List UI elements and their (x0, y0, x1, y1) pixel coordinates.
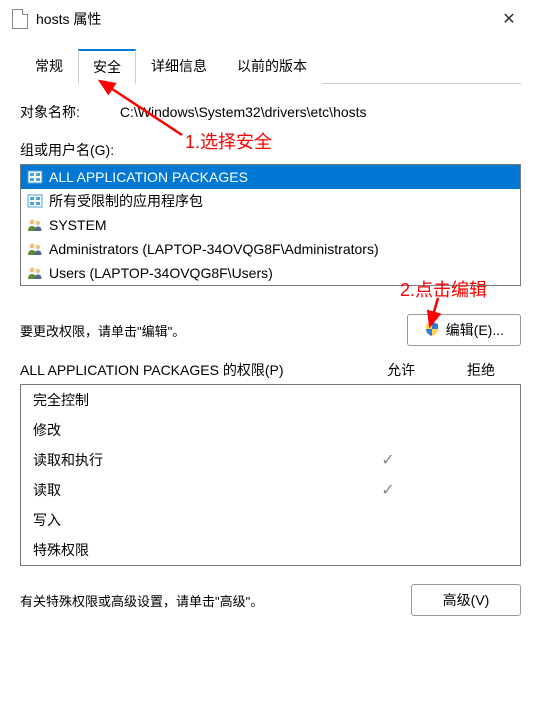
permission-name: 完全控制 (33, 390, 348, 410)
users-icon (27, 242, 43, 256)
deny-header: 拒绝 (441, 360, 521, 380)
permission-row: 特殊权限 (21, 535, 520, 565)
object-name-row: 对象名称: C:\Windows\System32\drivers\etc\ho… (20, 102, 521, 122)
permission-name: 读取 (33, 480, 348, 500)
edit-hint: 要更改权限，请单击"编辑"。 (20, 321, 185, 340)
allow-check: ✓ (348, 480, 428, 500)
list-item[interactable]: Administrators (LAPTOP-34OVQG8F\Administ… (21, 237, 520, 261)
allow-check: ✓ (348, 450, 428, 470)
list-item-label: 所有受限制的应用程序包 (49, 191, 203, 211)
close-button[interactable]: ✕ (489, 4, 529, 34)
permissions-title: ALL APPLICATION PACKAGES 的权限(P) (20, 360, 361, 380)
permission-row: 读取和执行 ✓ (21, 445, 520, 475)
permissions-header: ALL APPLICATION PACKAGES 的权限(P) 允许 拒绝 (20, 360, 521, 380)
groups-listbox[interactable]: ALL APPLICATION PACKAGES 所有受限制的应用程序包 SYS… (20, 164, 521, 286)
list-item[interactable]: 所有受限制的应用程序包 (21, 189, 520, 213)
tab-details[interactable]: 详细信息 (136, 49, 222, 84)
edit-button[interactable]: 编辑(E)... (407, 314, 521, 346)
window-title: hosts 属性 (36, 9, 489, 29)
package-icon (27, 194, 43, 208)
tab-previous-versions[interactable]: 以前的版本 (222, 49, 322, 84)
package-icon (27, 170, 43, 184)
advanced-button[interactable]: 高级(V) (411, 584, 521, 616)
tab-strip: 常规 安全 详细信息 以前的版本 (20, 48, 521, 84)
advanced-hint: 有关特殊权限或高级设置，请单击"高级"。 (20, 591, 263, 610)
allow-header: 允许 (361, 360, 441, 380)
list-item[interactable]: ALL APPLICATION PACKAGES (21, 165, 520, 189)
tab-security[interactable]: 安全 (78, 49, 136, 84)
permission-name: 写入 (33, 510, 348, 530)
permission-row: 完全控制 (21, 385, 520, 415)
file-icon (12, 9, 28, 29)
tab-general[interactable]: 常规 (20, 49, 78, 84)
dialog-content: 常规 安全 详细信息 以前的版本 对象名称: C:\Windows\System… (0, 38, 541, 626)
list-item-label: SYSTEM (49, 215, 107, 235)
permission-row: 修改 (21, 415, 520, 445)
users-icon (27, 218, 43, 232)
list-item[interactable]: Users (LAPTOP-34OVQG8F\Users) (21, 261, 520, 285)
permission-name: 特殊权限 (33, 540, 348, 560)
edit-button-label: 编辑(E)... (446, 320, 504, 340)
permission-name: 修改 (33, 420, 348, 440)
edit-row: 要更改权限，请单击"编辑"。 编辑(E)... (20, 314, 521, 346)
users-icon (27, 266, 43, 280)
list-item-label: Users (LAPTOP-34OVQG8F\Users) (49, 263, 273, 283)
permission-row: 读取 ✓ (21, 475, 520, 505)
permission-name: 读取和执行 (33, 450, 348, 470)
list-item-label: ALL APPLICATION PACKAGES (49, 167, 248, 187)
list-item-label: Administrators (LAPTOP-34OVQG8F\Administ… (49, 239, 379, 259)
groups-label: 组或用户名(G): (20, 140, 521, 160)
list-item[interactable]: SYSTEM (21, 213, 520, 237)
shield-icon (424, 321, 440, 340)
titlebar: hosts 属性 ✕ (0, 0, 541, 38)
object-name-label: 对象名称: (20, 102, 80, 122)
object-path: C:\Windows\System32\drivers\etc\hosts (120, 104, 367, 120)
permission-row: 写入 (21, 505, 520, 535)
permissions-listbox: 完全控制 修改 读取和执行 ✓ 读取 ✓ 写入 特殊权限 (20, 384, 521, 566)
advanced-row: 有关特殊权限或高级设置，请单击"高级"。 高级(V) (20, 584, 521, 616)
